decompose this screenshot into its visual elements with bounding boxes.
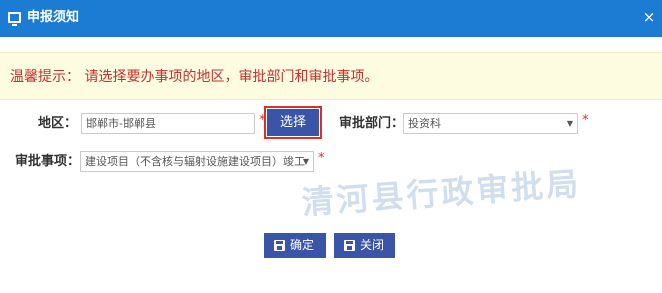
- monitor-icon: [8, 12, 21, 26]
- caret-down-icon: ▼: [302, 157, 309, 166]
- floppy-icon: [274, 240, 285, 251]
- confirm-button-label: 确定: [290, 238, 315, 252]
- dialog-titlebar: 申报须知 ×: [0, 0, 662, 37]
- caret-down-icon: ▼: [566, 119, 573, 128]
- department-select-value: 投资科: [408, 117, 441, 130]
- region-field[interactable]: 邯郸市-邯郸县: [81, 113, 255, 134]
- region-label: 地区：: [38, 116, 78, 131]
- notice-banner: 温馨提示： 请选择要办事项的地区，审批部门和审批事项。: [0, 52, 662, 100]
- item-required-mark: *: [318, 151, 325, 166]
- watermark: 清河县行政审批局: [300, 164, 583, 222]
- department-label: 审批部门：: [339, 116, 405, 131]
- close-icon[interactable]: ×: [641, 9, 657, 25]
- department-required-mark: *: [582, 113, 589, 128]
- department-select[interactable]: 投资科 ▼: [403, 113, 578, 134]
- item-select[interactable]: 建设项目（不含核与辐射设施建设项目）竣工 ▼: [80, 151, 314, 172]
- close-button-label: 关闭: [360, 238, 385, 252]
- choose-region-button[interactable]: 选择: [267, 109, 319, 136]
- confirm-button[interactable]: 确定: [264, 233, 326, 258]
- floppy-icon: [344, 240, 355, 251]
- notice-text: 温馨提示： 请选择要办事项的地区，审批部门和审批事项。: [10, 69, 379, 85]
- item-select-value: 建设项目（不含核与辐射设施建设项目）竣工: [85, 155, 305, 168]
- item-label: 审批事项：: [15, 154, 81, 169]
- dialog-title: 申报须知: [27, 10, 80, 25]
- close-button[interactable]: 关闭: [334, 233, 395, 258]
